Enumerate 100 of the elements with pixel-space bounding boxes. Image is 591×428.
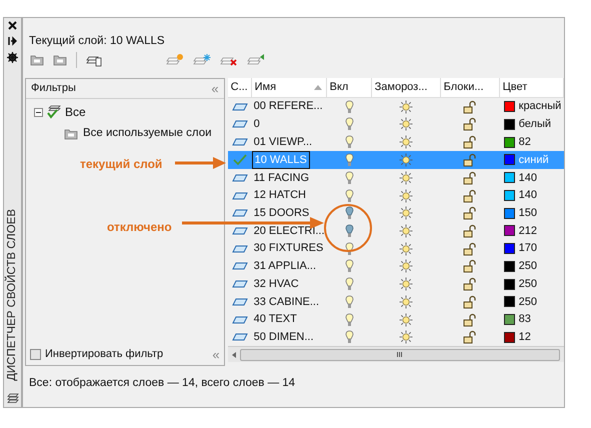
- invert-filter-checkbox[interactable]: [30, 348, 41, 360]
- color-swatch[interactable]: [504, 314, 515, 326]
- lightbulb-icon[interactable]: [344, 259, 354, 274]
- open-padlock-icon[interactable]: [463, 117, 478, 132]
- column-header[interactable]: С...: [228, 78, 252, 97]
- lightbulb-icon[interactable]: [344, 117, 354, 132]
- color-name: 250: [518, 276, 537, 292]
- color-swatch[interactable]: [504, 278, 515, 290]
- open-padlock-icon[interactable]: [463, 277, 478, 292]
- horizontal-scrollbar[interactable]: [228, 346, 564, 362]
- lightbulb-icon[interactable]: [344, 312, 354, 327]
- lightbulb-icon[interactable]: [344, 135, 354, 150]
- lightbulb-icon[interactable]: [344, 242, 354, 256]
- sun-icon[interactable]: [399, 152, 414, 167]
- color-swatch[interactable]: [504, 296, 515, 308]
- open-padlock-icon[interactable]: [463, 224, 478, 238]
- sun-icon[interactable]: [399, 135, 414, 150]
- column-header[interactable]: Замороз...: [372, 78, 441, 97]
- layer-row[interactable]: 40 TEXT 83: [228, 310, 564, 329]
- sun-icon[interactable]: [399, 294, 414, 309]
- column-header[interactable]: Вкл: [326, 78, 372, 97]
- sun-icon[interactable]: [399, 330, 414, 344]
- sun-icon[interactable]: [399, 242, 414, 256]
- column-header[interactable]: Цвет: [500, 78, 564, 97]
- layer-row[interactable]: 11 FACING 140: [228, 168, 564, 187]
- annotation-arrow: [175, 157, 226, 169]
- sun-icon[interactable]: [399, 170, 414, 185]
- collapse-icon[interactable]: [34, 108, 43, 116]
- color-swatch[interactable]: [504, 260, 515, 272]
- close-icon[interactable]: [8, 21, 17, 30]
- layer-row[interactable]: 50 DIMEN... 12: [228, 328, 564, 346]
- layer-row[interactable]: 0 белый: [228, 115, 564, 134]
- open-padlock-icon[interactable]: [463, 259, 478, 274]
- lightbulb-icon[interactable]: [344, 330, 354, 344]
- layer-row[interactable]: 01 VIEWP... 82: [228, 133, 564, 151]
- filter-item[interactable]: Все используемые слои: [83, 125, 212, 142]
- folder-icon[interactable]: [53, 54, 67, 66]
- column-header[interactable]: Имя: [252, 78, 327, 97]
- layer-row[interactable]: 12 HATCH 140: [228, 186, 564, 204]
- open-padlock-icon[interactable]: [463, 188, 478, 203]
- new-frozen-layer-icon[interactable]: [193, 53, 211, 67]
- layer-row[interactable]: 32 HVAC 250: [228, 275, 564, 294]
- pin-icon[interactable]: [8, 36, 17, 46]
- color-swatch[interactable]: [504, 101, 515, 112]
- filter-item[interactable]: Все: [65, 103, 86, 121]
- lightbulb-icon[interactable]: [344, 294, 354, 309]
- open-padlock-icon[interactable]: [463, 242, 478, 256]
- dim-lightbulb-icon[interactable]: [344, 224, 354, 238]
- folder-icon[interactable]: [64, 128, 78, 140]
- open-padlock-icon[interactable]: [463, 135, 478, 150]
- color-name: 212: [518, 224, 537, 239]
- layers-icon[interactable]: [6, 393, 18, 403]
- sun-icon[interactable]: [399, 188, 414, 203]
- color-swatch[interactable]: [504, 118, 515, 130]
- color-name: 140: [518, 170, 537, 186]
- lightbulb-icon[interactable]: [344, 170, 354, 185]
- lightbulb-icon[interactable]: [344, 188, 354, 203]
- layer-name: 01 VIEWP...: [252, 134, 314, 150]
- color-swatch[interactable]: [504, 225, 515, 236]
- lightbulb-icon[interactable]: [344, 100, 354, 114]
- color-swatch[interactable]: [504, 332, 515, 343]
- open-padlock-icon[interactable]: [463, 312, 478, 327]
- open-padlock-icon[interactable]: [463, 206, 478, 220]
- new-folder-icon[interactable]: [30, 54, 44, 66]
- dim-lightbulb-icon[interactable]: [344, 206, 354, 220]
- sun-icon[interactable]: [399, 224, 414, 238]
- sun-icon[interactable]: [399, 100, 414, 114]
- open-padlock-icon[interactable]: [463, 170, 478, 185]
- color-swatch[interactable]: [504, 136, 515, 148]
- scrollbar-thumb[interactable]: [240, 348, 560, 361]
- set-current-icon[interactable]: [247, 53, 265, 67]
- sun-icon[interactable]: [399, 117, 414, 132]
- layer-row[interactable]: 31 APPLIA... 250: [228, 258, 564, 276]
- invert-filter-label: Инвертировать фильтр: [45, 346, 164, 362]
- scroll-left-icon[interactable]: [232, 352, 236, 358]
- color-name: 150: [518, 206, 537, 221]
- color-swatch[interactable]: [504, 243, 515, 254]
- color-swatch[interactable]: [504, 172, 515, 184]
- color-name: 82: [518, 134, 531, 150]
- sun-icon[interactable]: [399, 259, 414, 274]
- sun-icon[interactable]: [399, 206, 414, 220]
- open-padlock-icon[interactable]: [463, 294, 478, 309]
- color-swatch[interactable]: [504, 190, 515, 202]
- layer-row[interactable]: 30 FIXTURES 170: [228, 240, 564, 258]
- layer-name: 00 REFERE...: [252, 99, 324, 114]
- color-swatch[interactable]: [504, 154, 515, 166]
- lightbulb-icon[interactable]: [344, 277, 354, 292]
- layer-row[interactable]: 00 REFERE... красный: [228, 98, 564, 116]
- sun-icon[interactable]: [399, 312, 414, 327]
- open-padlock-icon[interactable]: [463, 330, 478, 344]
- settings-icon[interactable]: [7, 52, 18, 63]
- column-header[interactable]: Блоки...: [440, 78, 500, 97]
- open-padlock-icon[interactable]: [463, 152, 478, 167]
- open-padlock-icon[interactable]: [463, 100, 478, 114]
- layer-row[interactable]: 20 ELECTRI... 212: [228, 222, 564, 240]
- lightbulb-icon[interactable]: [344, 152, 354, 167]
- layer-row[interactable]: 33 CABINE... 250: [228, 293, 564, 311]
- layer-row[interactable]: 15 DOORS 150: [228, 204, 564, 222]
- color-swatch[interactable]: [504, 208, 515, 219]
- sun-icon[interactable]: [399, 277, 414, 292]
